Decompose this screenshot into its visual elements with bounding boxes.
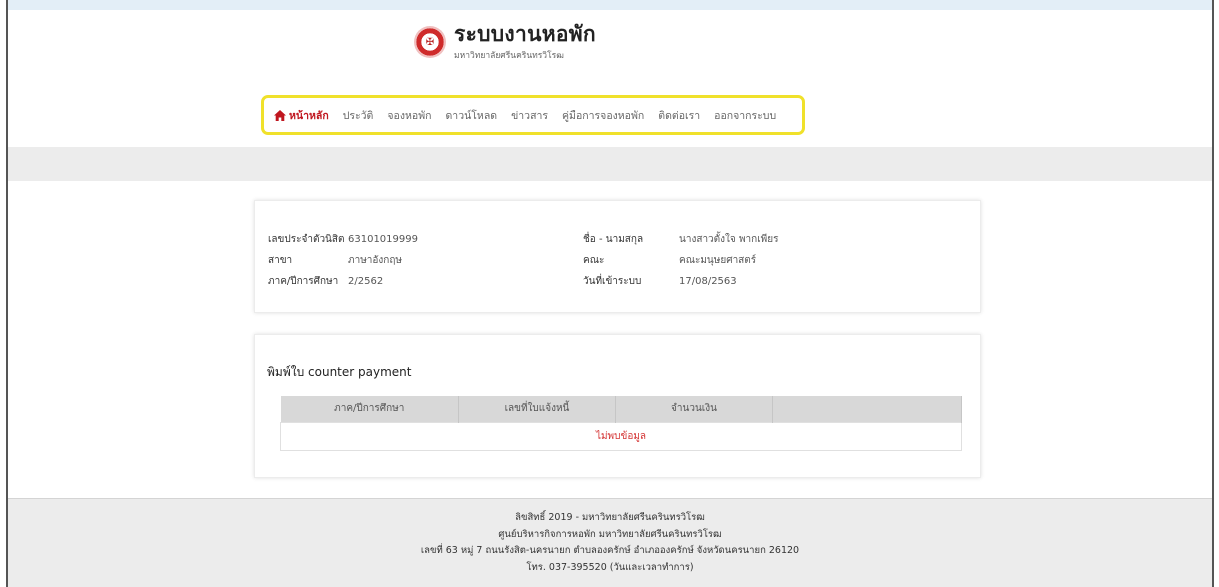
home-icon bbox=[274, 109, 286, 121]
column-header-term: ภาค/ปีการศึกษา bbox=[280, 396, 459, 422]
student-info-grid: เลขประจำตัวนิสิต 63101019999 ชื่อ - นามส… bbox=[268, 229, 778, 292]
student-info-card: เลขประจำตัวนิสิต 63101019999 ชื่อ - นามส… bbox=[254, 200, 981, 313]
nav-item-logout[interactable]: ออกจากระบบ bbox=[714, 107, 776, 124]
counter-payment-card: พิมพ์ใบ counter payment ภาค/ปีการศึกษา เ… bbox=[254, 334, 981, 478]
page-footer: ลิขสิทธิ์ 2019 - มหาวิทยาลัยศรีนครินทรวิ… bbox=[8, 498, 1212, 587]
major-label: สาขา bbox=[268, 255, 293, 266]
nav-item-news[interactable]: ข่าวสาร bbox=[511, 107, 548, 124]
nav-item-history[interactable]: ประวัติ bbox=[343, 107, 374, 124]
page-frame: ✠ ระบบงานหอพัก มหาวิทยาลัยศรีนครินทรวิโร… bbox=[6, 0, 1214, 587]
footer-phone: โทร. 037-395520 (วันและเวลาทำการ) bbox=[526, 561, 694, 573]
column-header-amount: จำนวนเงิน bbox=[615, 396, 773, 422]
university-seal-icon: ✠ bbox=[414, 26, 446, 58]
nav-item-home[interactable]: หน้าหลัก bbox=[274, 107, 329, 124]
table-header-row: ภาค/ปีการศึกษา เลขที่ใบแจ้งหนี้ จำนวนเงิ… bbox=[280, 396, 962, 422]
footer-address: เลขที่ 63 หมู่ 7 ถนนรังสิต-นครนายก ตำบลอ… bbox=[420, 545, 800, 556]
login-date-value: 17/08/2563 bbox=[679, 276, 737, 287]
login-date-label: วันที่เข้าระบบ bbox=[583, 276, 642, 287]
table-row: ไม่พบข้อมูล bbox=[280, 421, 962, 451]
info-row: ภาค/ปีการศึกษา 2/2562 วันที่เข้าระบบ 17/… bbox=[268, 271, 778, 292]
faculty-label: คณะ bbox=[583, 255, 605, 266]
term-label: ภาค/ปีการศึกษา bbox=[268, 276, 339, 287]
name-label: ชื่อ - นามสกุล bbox=[583, 234, 644, 245]
info-row: สาขา ภาษาอังกฤษ คณะ คณะมนุษยศาสตร์ bbox=[268, 250, 778, 271]
nav-item-book-dorm[interactable]: จองหอพัก bbox=[387, 107, 431, 124]
column-header-invoice-no: เลขที่ใบแจ้งหนี้ bbox=[458, 396, 616, 422]
site-title: ระบบงานหอพัก bbox=[454, 22, 596, 46]
nav-item-label: หน้าหลัก bbox=[289, 109, 329, 122]
info-row: เลขประจำตัวนิสิต 63101019999 ชื่อ - นามส… bbox=[268, 229, 778, 250]
main-navigation: หน้าหลัก ประวัติ จองหอพัก ดาวน์โหลด ข่าว… bbox=[261, 95, 805, 135]
footer-copyright: ลิขสิทธิ์ 2019 - มหาวิทยาลัยศรีนครินทรวิ… bbox=[515, 512, 705, 523]
faculty-value: คณะมนุษยศาสตร์ bbox=[679, 255, 757, 266]
site-subtitle: มหาวิทยาลัยศรีนครินทรวิโรฒ bbox=[454, 51, 564, 61]
nav-item-contact[interactable]: ติดต่อเรา bbox=[658, 107, 700, 124]
counter-payment-title: พิมพ์ใบ counter payment bbox=[267, 365, 412, 379]
student-id-label: เลขประจำตัวนิสิต bbox=[268, 234, 345, 245]
breadcrumb-band bbox=[8, 147, 1212, 181]
term-value: 2/2562 bbox=[348, 276, 384, 287]
student-id-value: 63101019999 bbox=[348, 234, 418, 245]
nav-item-download[interactable]: ดาวน์โหลด bbox=[445, 107, 497, 124]
empty-state-text: ไม่พบข้อมูล bbox=[280, 421, 962, 451]
payment-table: ภาค/ปีการศึกษา เลขที่ใบแจ้งหนี้ จำนวนเงิ… bbox=[280, 396, 962, 451]
name-value: นางสาวตั้งใจ พากเพียร bbox=[679, 234, 779, 245]
top-strip bbox=[8, 0, 1212, 10]
major-value: ภาษาอังกฤษ bbox=[348, 255, 403, 266]
site-logo[interactable]: ✠ ระบบงานหอพัก มหาวิทยาลัยศรีนครินทรวิโร… bbox=[414, 22, 596, 62]
column-header-action bbox=[772, 396, 962, 422]
nav-item-manual[interactable]: คู่มือการจองหอพัก bbox=[562, 107, 644, 124]
seal-glyph: ✠ bbox=[425, 36, 435, 48]
footer-office: ศูนย์บริหารกิจการหอพัก มหาวิทยาลัยศรีนคร… bbox=[498, 528, 722, 540]
